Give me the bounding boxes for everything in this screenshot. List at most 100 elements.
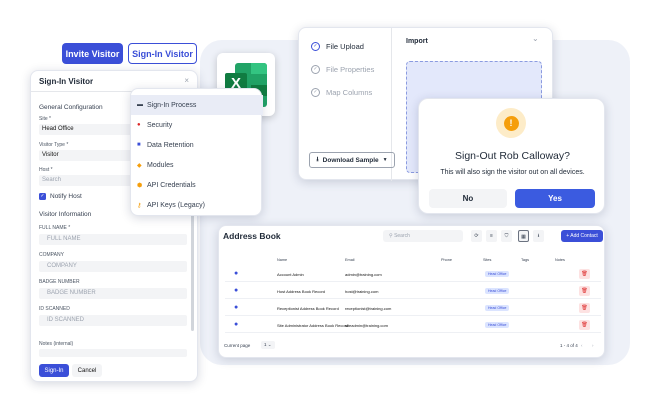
full-name-input[interactable]: FULL NAME bbox=[39, 234, 187, 245]
menu-label: API Keys (Legacy) bbox=[147, 201, 205, 209]
menu-item-api-keys[interactable]: ⚷ API Keys (Legacy) bbox=[131, 195, 263, 215]
trash-icon[interactable]: 🗑 bbox=[579, 303, 590, 313]
columns-icon[interactable]: ▦ bbox=[518, 230, 529, 242]
modules-icon: ◆ bbox=[137, 162, 142, 169]
full-name-label: FULL NAME * bbox=[39, 225, 71, 231]
person-icon: ● bbox=[234, 270, 239, 277]
dialog-subtitle: This will also sign the visitor out on a… bbox=[440, 169, 585, 176]
badge-number-input[interactable]: BADGE NUMBER bbox=[39, 288, 187, 299]
no-button[interactable]: No bbox=[429, 189, 507, 208]
api-icon: ⬢ bbox=[137, 182, 143, 189]
check-icon: ✓ bbox=[311, 42, 320, 51]
cell-name: Account Admin bbox=[277, 272, 304, 277]
visitor-type-label: Visitor Type * bbox=[39, 142, 69, 148]
trash-icon[interactable]: 🗑 bbox=[579, 269, 590, 279]
section-visitor-info: Visitor Information bbox=[39, 211, 92, 218]
close-icon[interactable]: × bbox=[184, 76, 189, 85]
column-header: Email bbox=[345, 258, 355, 262]
sign-in-button[interactable]: Sign-In bbox=[39, 364, 69, 377]
search-placeholder: Search bbox=[394, 233, 410, 239]
column-header: Notes bbox=[555, 258, 565, 262]
invite-visitor-button[interactable]: Invite Visitor bbox=[62, 43, 123, 64]
row-divider bbox=[225, 332, 601, 333]
site-badge: Head Office bbox=[485, 288, 510, 294]
chevron-down-icon[interactable]: ⌄ bbox=[532, 34, 539, 43]
section-general: General Configuration bbox=[39, 104, 103, 111]
refresh-icon[interactable]: ⟳ bbox=[471, 230, 482, 242]
step-label: File Properties bbox=[326, 65, 375, 74]
menu-label: Sign-In Process bbox=[147, 101, 197, 109]
table-row[interactable]: ● Account Admin admin@training.com Head … bbox=[225, 267, 601, 282]
table-row[interactable]: ● Host Address Book Record host@training… bbox=[225, 284, 601, 299]
prev-page-icon[interactable]: ‹ bbox=[581, 343, 583, 348]
cancel-button[interactable]: Cancel bbox=[72, 364, 102, 377]
id-scanned-label: ID SCANNED bbox=[39, 306, 70, 312]
row-divider bbox=[225, 281, 601, 282]
warning-glyph: ! bbox=[503, 115, 519, 131]
menu-item-data-retention[interactable]: ■ Data Retention bbox=[131, 135, 263, 155]
cell-email: host@training.com bbox=[345, 289, 379, 294]
excel-sheet-tile bbox=[251, 63, 267, 74]
column-header: Sites bbox=[483, 258, 492, 262]
filter-icon[interactable]: ⛉ bbox=[501, 230, 512, 242]
cell-name: Host Address Book Record bbox=[277, 289, 326, 294]
step-file-properties[interactable]: ✓ File Properties bbox=[311, 65, 374, 74]
table-row[interactable]: ● Site Administrator Address Book Record… bbox=[225, 318, 601, 333]
add-contact-button[interactable]: + Add Contact bbox=[561, 230, 603, 242]
cell-name: Receptionist Address Book Record bbox=[277, 306, 339, 311]
yes-button[interactable]: Yes bbox=[515, 189, 595, 208]
notes-input[interactable] bbox=[39, 349, 187, 357]
next-page-icon[interactable]: › bbox=[592, 343, 594, 348]
cell-email: admin@training.com bbox=[345, 272, 382, 277]
cell-name: Site Administrator Address Book Record bbox=[277, 323, 349, 328]
notify-host-checkbox[interactable]: ✓ bbox=[39, 193, 46, 200]
trash-icon[interactable]: 🗑 bbox=[579, 320, 590, 330]
site-badge: Head Office bbox=[485, 305, 510, 311]
id-scanned-input[interactable]: ID SCANNED bbox=[39, 315, 187, 326]
menu-item-security[interactable]: ● Security bbox=[131, 115, 263, 135]
menu-label: Modules bbox=[147, 161, 174, 169]
database-icon: ■ bbox=[137, 142, 141, 148]
dialog-title: Sign-Out Rob Calloway? bbox=[455, 150, 570, 162]
page-select[interactable]: 1 ⌄ bbox=[261, 341, 275, 349]
trash-icon[interactable]: 🗑 bbox=[579, 286, 590, 296]
person-icon: ● bbox=[234, 287, 239, 294]
company-label: COMPANY bbox=[39, 252, 64, 258]
menu-item-api-credentials[interactable]: ⬢ API Credentials bbox=[131, 175, 263, 195]
menu-label: API Credentials bbox=[147, 181, 196, 189]
dialog-title: Sign-In Visitor bbox=[39, 77, 94, 86]
notes-label: Notes (internal) bbox=[39, 341, 74, 347]
chevron-down-icon: ⌄ bbox=[267, 342, 272, 347]
badge-number-label: BADGE NUMBER bbox=[39, 279, 80, 285]
cell-email: siteadmin@training.com bbox=[345, 323, 388, 328]
download-icon: ⭳ bbox=[316, 155, 319, 163]
step-map-columns[interactable]: ✓ Map Columns bbox=[311, 88, 372, 97]
host-label: Host * bbox=[39, 167, 53, 173]
step-label: File Upload bbox=[326, 42, 364, 51]
site-badge: Head Office bbox=[485, 322, 510, 328]
column-header: Phone bbox=[441, 258, 452, 262]
menu-label: Security bbox=[147, 121, 173, 129]
site-label: Site * bbox=[39, 116, 51, 122]
column-header: Name bbox=[277, 258, 288, 262]
search-input[interactable]: ⚲ Search bbox=[383, 230, 463, 242]
menu-item-modules[interactable]: ◆ Modules bbox=[131, 155, 263, 175]
company-input[interactable]: COMPANY bbox=[39, 261, 187, 272]
person-icon: ● bbox=[234, 304, 239, 311]
caret-down-icon: ▼ bbox=[382, 157, 388, 163]
step-label: Map Columns bbox=[326, 88, 373, 97]
row-divider bbox=[225, 298, 601, 299]
download-sample-button[interactable]: ⭳ Download Sample ▼ bbox=[309, 152, 395, 168]
sign-in-visitor-button[interactable]: Sign-In Visitor bbox=[128, 43, 197, 64]
page-value: 1 bbox=[264, 342, 267, 347]
row-divider bbox=[225, 315, 601, 316]
menu-label: Data Retention bbox=[147, 141, 194, 149]
shield-icon: ● bbox=[137, 122, 141, 128]
step-file-upload[interactable]: ✓ File Upload bbox=[311, 42, 364, 51]
address-book-panel: Address Book ⚲ Search ⟳ ≡ ⛉ ▦ ⭳ + Add Co… bbox=[218, 225, 605, 358]
download-icon[interactable]: ⭳ bbox=[533, 230, 544, 242]
table-row[interactable]: ● Receptionist Address Book Record recep… bbox=[225, 301, 601, 316]
list-icon[interactable]: ≡ bbox=[486, 230, 497, 242]
menu-item-sign-in-process[interactable]: ▬ Sign-In Process bbox=[131, 95, 263, 115]
column-header: Tags bbox=[521, 258, 530, 262]
